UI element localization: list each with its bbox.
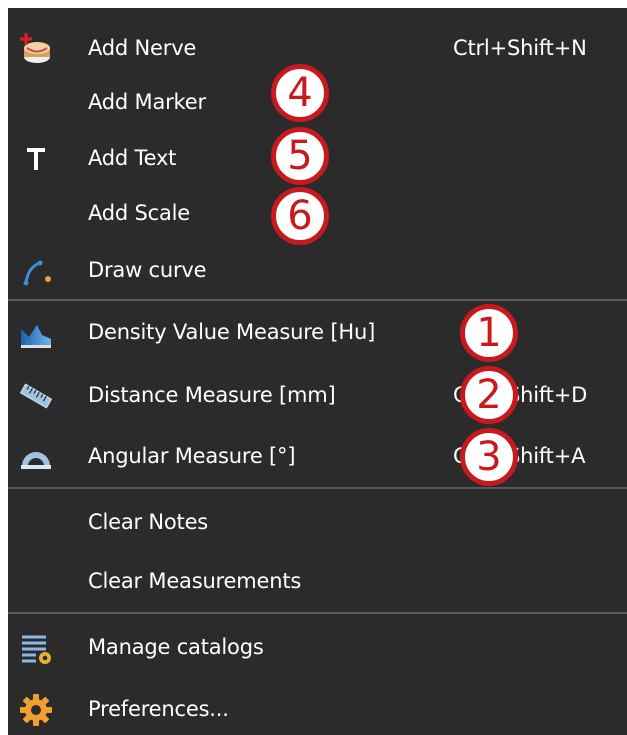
menu-item-label: Distance Measure [mm]	[88, 383, 336, 407]
menu-item-shortcut: Ctrl+Shift+N	[453, 36, 587, 60]
menu-item-label: Preferences...	[88, 697, 229, 721]
gear-icon	[18, 692, 54, 728]
menu-item-add-nerve[interactable]: Add Nerve Ctrl+Shift+N	[8, 23, 627, 73]
callout-badge: 6	[271, 187, 329, 245]
menu-item-label: Manage catalogs	[88, 635, 264, 659]
menu-item-distance-measure[interactable]: Distance Measure [mm] Ctrl+Shift+D	[8, 370, 627, 420]
menu-separator	[8, 487, 627, 489]
menu-item-label: Density Value Measure [Hu]	[88, 320, 376, 344]
callout-badge: 5	[271, 127, 329, 185]
ruler-icon	[18, 378, 54, 414]
menu-separator	[8, 299, 627, 301]
catalog-icon	[18, 630, 54, 666]
menu-item-label: Add Nerve	[88, 36, 197, 60]
menu-item-label: Add Marker	[88, 90, 206, 114]
callout-badge: 3	[460, 428, 518, 486]
menu-item-label: Add Scale	[88, 201, 191, 225]
menu-item-preferences[interactable]: Preferences...	[8, 684, 627, 734]
text-icon	[18, 141, 54, 177]
menu-item-label: Add Text	[88, 146, 177, 170]
callout-badge: 1	[460, 304, 518, 362]
menu-item-label: Clear Notes	[88, 510, 209, 534]
callout-badge: 4	[271, 64, 329, 122]
nerve-icon	[18, 31, 54, 67]
menu-item-label: Angular Measure [°]	[88, 444, 296, 468]
menu-item-label: Clear Measurements	[88, 569, 302, 593]
density-icon	[18, 315, 54, 351]
protractor-icon	[18, 439, 54, 475]
menu-item-clear-notes[interactable]: Clear Notes	[8, 497, 627, 547]
callout-badge: 2	[460, 366, 518, 424]
menu-item-density-value-measure[interactable]: Density Value Measure [Hu]	[8, 307, 627, 357]
curve-icon	[18, 253, 54, 289]
context-menu: Add Nerve Ctrl+Shift+N Add Marker Add Te…	[8, 8, 627, 735]
menu-item-angular-measure[interactable]: Angular Measure [°] Ctrl+Shift+A	[8, 431, 627, 481]
menu-item-draw-curve[interactable]: Draw curve	[8, 245, 627, 295]
menu-separator	[8, 612, 627, 614]
menu-item-manage-catalogs[interactable]: Manage catalogs	[8, 622, 627, 672]
menu-item-clear-measurements[interactable]: Clear Measurements	[8, 556, 627, 606]
menu-item-label: Draw curve	[88, 258, 207, 282]
